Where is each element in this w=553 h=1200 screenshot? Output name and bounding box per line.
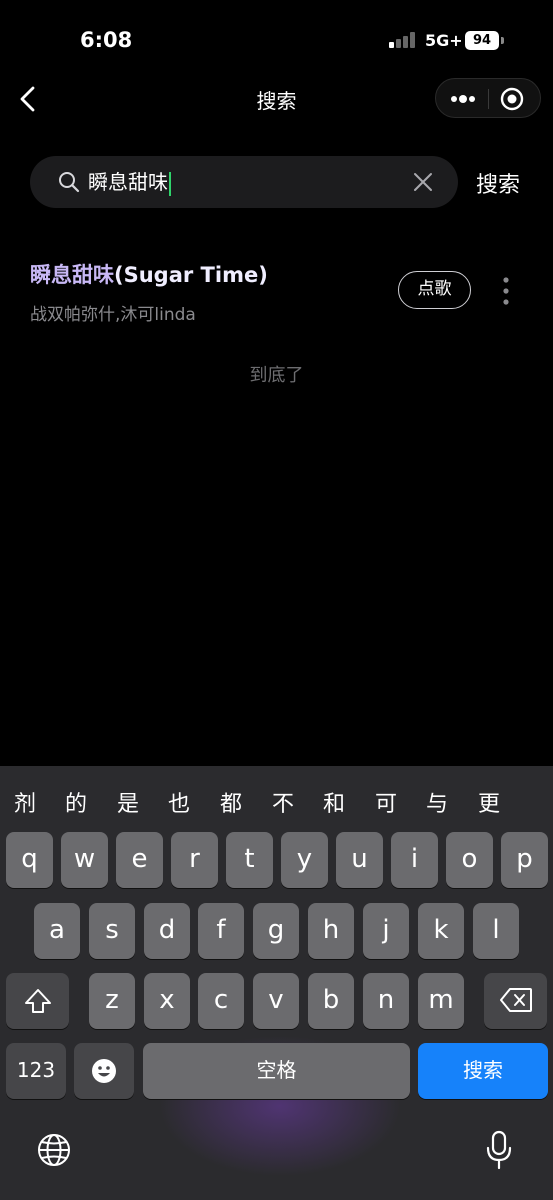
key-q[interactable]: q (6, 832, 53, 888)
end-of-list-text: 到底了 (249, 365, 304, 386)
search-input[interactable]: 瞬息甜味 (88, 169, 171, 196)
key-o[interactable]: o (446, 832, 493, 888)
nav-bar: 搜索 (0, 78, 553, 120)
list-item[interactable]: 瞬息甜味(Sugar Time) 战双帕弥什,沐可linda 点歌 (0, 250, 553, 330)
backspace-icon (499, 988, 532, 1012)
key-n[interactable]: n (363, 973, 409, 1029)
search-submit-button[interactable]: 搜索 (476, 167, 520, 199)
more-options-button[interactable] (447, 87, 479, 111)
key-w[interactable]: w (61, 832, 108, 888)
key-f[interactable]: f (198, 903, 244, 959)
globe-icon[interactable] (36, 1132, 72, 1168)
candidate-word[interactable]: 不 (272, 786, 294, 818)
key-k[interactable]: k (418, 903, 464, 959)
candidate-word[interactable]: 也 (168, 786, 190, 818)
shift-icon (24, 989, 51, 1013)
backspace-key[interactable] (484, 973, 547, 1029)
key-c[interactable]: c (198, 973, 244, 1029)
key-s[interactable]: s (89, 903, 135, 959)
key-l[interactable]: l (473, 903, 519, 959)
emoji-icon (92, 1059, 116, 1083)
target-icon (500, 87, 524, 111)
candidate-word[interactable]: 的 (65, 786, 87, 818)
more-vertical-icon[interactable] (500, 276, 512, 306)
keyboard: 剂 的 是 也 都 不 和 可 与 更 q w e r t y u i o p … (0, 766, 553, 1200)
song-title: 瞬息甜味(Sugar Time) (30, 259, 268, 289)
song-title-rest: (Sugar Time) (114, 263, 268, 287)
key-i[interactable]: i (391, 832, 438, 888)
candidate-word[interactable]: 与 (426, 786, 448, 818)
key-u[interactable]: u (336, 832, 383, 888)
candidate-word[interactable]: 是 (117, 786, 139, 818)
capsule-divider (488, 89, 489, 109)
key-v[interactable]: v (253, 973, 299, 1029)
key-a[interactable]: a (34, 903, 80, 959)
song-artist: 战双帕弥什,沐可linda (30, 305, 196, 325)
key-d[interactable]: d (144, 903, 190, 959)
network-type: 5G+ (425, 31, 463, 50)
key-e[interactable]: e (116, 832, 163, 888)
clear-search-icon[interactable] (411, 170, 435, 194)
battery-tip (501, 37, 504, 44)
search-icon (59, 172, 80, 193)
microphone-icon[interactable] (484, 1130, 514, 1170)
key-g[interactable]: g (253, 903, 299, 959)
close-mini-program-button[interactable] (498, 85, 526, 113)
text-caret (169, 171, 171, 196)
shift-key[interactable] (6, 973, 69, 1029)
candidate-word[interactable]: 都 (220, 786, 242, 818)
battery-icon: 94 (465, 31, 499, 50)
key-h[interactable]: h (308, 903, 354, 959)
song-title-highlight: 瞬息甜味 (30, 263, 114, 287)
signal-icon (389, 32, 419, 48)
search-query-text: 瞬息甜味 (88, 170, 168, 194)
key-r[interactable]: r (171, 832, 218, 888)
key-t[interactable]: t (226, 832, 273, 888)
key-p[interactable]: p (501, 832, 548, 888)
key-x[interactable]: x (144, 973, 190, 1029)
key-j[interactable]: j (363, 903, 409, 959)
candidate-word[interactable]: 可 (375, 786, 397, 818)
mini-program-capsule (435, 78, 541, 118)
candidate-word[interactable]: 和 (323, 786, 345, 818)
key-b[interactable]: b (308, 973, 354, 1029)
numbers-key[interactable]: 123 (6, 1043, 66, 1099)
search-box[interactable]: 瞬息甜味 (30, 156, 458, 208)
emoji-key[interactable] (74, 1043, 134, 1099)
status-bar: 6:08 5G+ 94 (0, 0, 553, 80)
more-horizontal-icon (451, 95, 475, 103)
return-search-key[interactable]: 搜索 (418, 1043, 548, 1099)
key-z[interactable]: z (89, 973, 135, 1029)
candidate-word[interactable]: 剂 (14, 786, 36, 818)
status-time: 6:08 (80, 28, 133, 52)
candidate-word[interactable]: 更 (478, 786, 500, 818)
key-y[interactable]: y (281, 832, 328, 888)
space-key[interactable]: 空格 (143, 1043, 410, 1099)
key-m[interactable]: m (418, 973, 464, 1029)
order-song-button[interactable]: 点歌 (398, 271, 471, 309)
candidate-bar: 剂 的 是 也 都 不 和 可 与 更 (0, 766, 553, 832)
